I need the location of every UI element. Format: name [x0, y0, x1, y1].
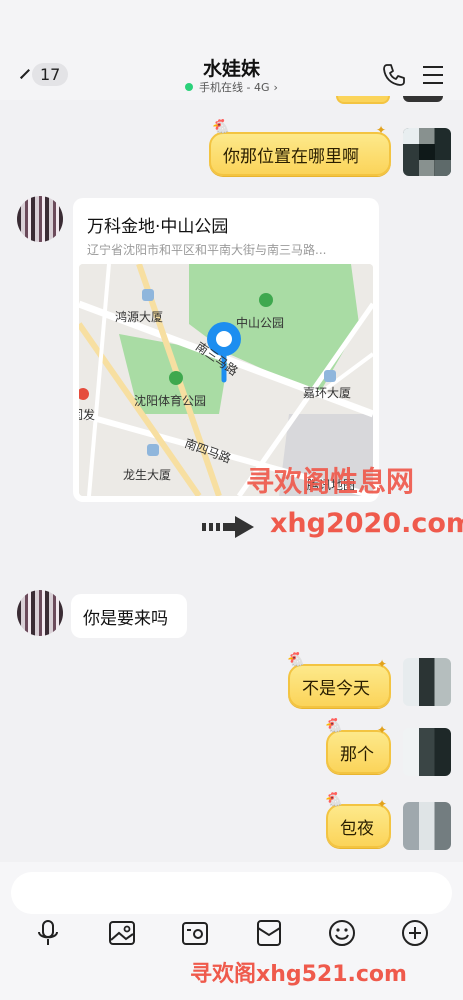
bird-sticker-icon: 🐔	[287, 652, 305, 668]
chevron-right-icon: ›	[273, 80, 278, 94]
contact-avatar[interactable]	[17, 590, 63, 636]
my-avatar[interactable]	[403, 802, 451, 850]
star-decoration-icon: ✦	[375, 123, 387, 137]
message-text: 那个	[340, 745, 374, 765]
image-icon[interactable]	[107, 918, 137, 948]
location-address: 辽宁省沈阳市和平区和平南大街与南三马路...	[87, 243, 327, 257]
watermark-text: 寻欢阁性息网	[246, 465, 415, 498]
location-card[interactable]: 万科金地·中山公园 辽宁省沈阳市和平区和平南大街与南三马路... 鸿源大厦 中山…	[73, 198, 379, 502]
partial-sticker-bubble	[336, 96, 390, 104]
bird-sticker-icon: 🐔	[212, 119, 230, 135]
chat-header: 17 水娃妹 手机在线 - 4G ›	[0, 0, 463, 100]
chat-input-area: 寻欢阁xhg521.com	[0, 862, 463, 1000]
star-decoration-icon: ✦	[376, 657, 388, 671]
message-bubble-incoming[interactable]: 你是要来吗	[71, 594, 187, 638]
map-label: 闰发	[79, 408, 96, 422]
my-avatar[interactable]	[403, 128, 451, 176]
map-label: 嘉环大厦	[303, 386, 352, 400]
emoji-icon[interactable]	[327, 918, 357, 948]
camera-icon[interactable]	[180, 918, 210, 948]
map-label: 龙生大厦	[123, 468, 172, 482]
online-status-text: 手机在线 - 4G	[199, 81, 270, 94]
arrow-right-icon	[202, 516, 254, 538]
red-packet-icon[interactable]	[254, 918, 284, 948]
partial-avatar	[403, 96, 443, 102]
location-name: 万科金地·中山公园	[87, 217, 229, 237]
star-decoration-icon: ✦	[376, 797, 388, 811]
message-input[interactable]	[11, 872, 452, 914]
online-dot-icon	[185, 83, 194, 91]
bird-sticker-icon: 🐔	[325, 718, 343, 734]
plus-icon[interactable]	[400, 918, 430, 948]
watermark-text: xhg2020.com	[270, 508, 463, 539]
message-text: 你那位置在哪里啊	[223, 147, 359, 167]
map-label: 中山公园	[236, 316, 285, 330]
contact-avatar[interactable]	[17, 196, 63, 242]
phone-icon[interactable]	[381, 62, 407, 88]
map-label: 鸿源大厦	[115, 310, 164, 324]
my-avatar[interactable]	[403, 728, 451, 776]
watermark-text: 寻欢阁xhg521.com	[190, 962, 407, 987]
my-avatar[interactable]	[403, 658, 451, 706]
map-label: 沈阳体育公园	[134, 394, 207, 408]
message-text: 你是要来吗	[83, 609, 168, 629]
message-text: 不是今天	[302, 679, 370, 699]
bird-sticker-icon: 🐔	[325, 792, 343, 808]
message-text: 包夜	[340, 819, 374, 839]
menu-icon[interactable]	[420, 62, 446, 88]
message-bubble-outgoing[interactable]: 你那位置在哪里啊	[209, 132, 391, 176]
mic-icon[interactable]	[33, 918, 63, 948]
star-decoration-icon: ✦	[376, 723, 388, 737]
